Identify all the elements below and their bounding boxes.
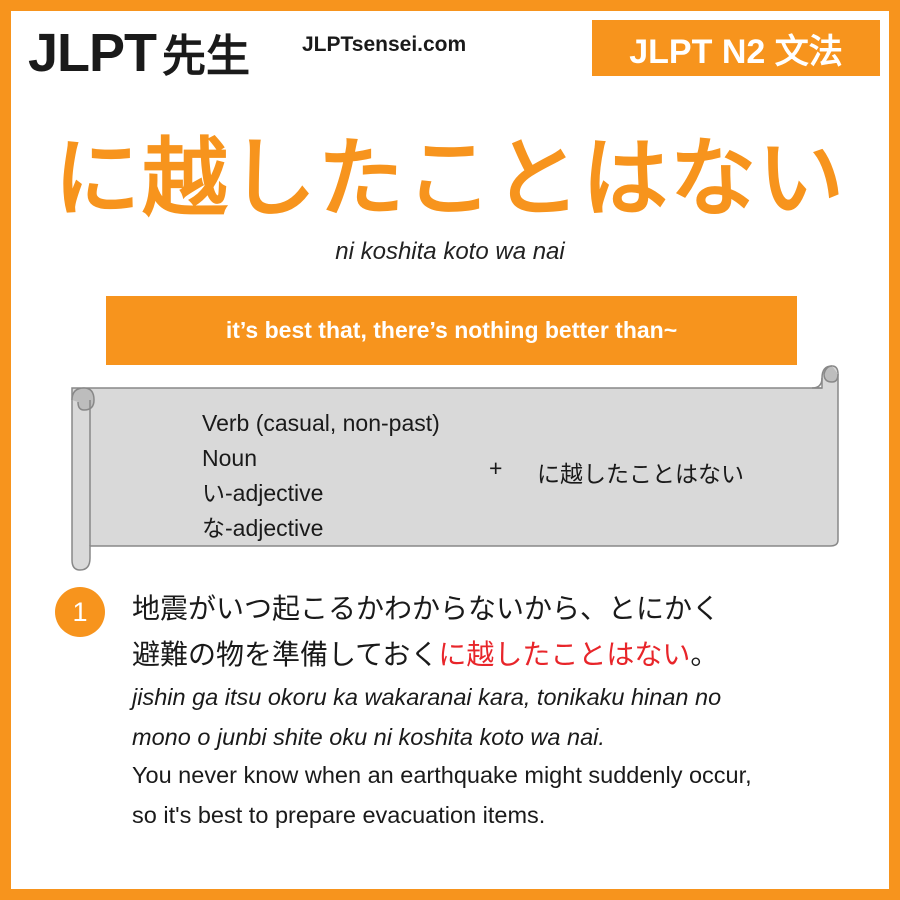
example-romaji-line: mono o junbi shite oku ni koshita koto w…: [132, 724, 605, 750]
example-grammar-highlight: に越したことはない: [438, 638, 691, 671]
grammar-romaji: ni koshita koto wa nai: [335, 238, 565, 265]
logo-text: JLPT: [28, 23, 157, 83]
form-item: Noun: [202, 445, 257, 471]
grammar-title: に越したことはない: [54, 129, 846, 229]
logo-kanji: 先生: [162, 31, 251, 82]
formation-pattern: に越したことはない: [537, 462, 744, 488]
grammar-meaning: it’s best that, there’s nothing better t…: [106, 296, 797, 365]
example-romaji-line: jishin ga itsu okoru ka wakaranai kara, …: [132, 684, 722, 710]
formation-list: Verb (casual, non-past) Noun い-adjective…: [202, 406, 440, 546]
example-jp-text: 避難の物を準備しておく: [132, 638, 439, 671]
form-item: な-adjective: [202, 515, 324, 541]
form-item: Verb (casual, non-past): [202, 410, 440, 436]
site-url[interactable]: JLPTsensei.com: [302, 33, 466, 57]
example-jp-punct: 。: [690, 638, 719, 671]
example-english-line: You never know when an earthquake might …: [132, 762, 752, 788]
example-english: You never know when an earthquake might …: [132, 755, 752, 835]
example-english-line: so it's best to prepare evacuation items…: [132, 802, 546, 828]
example-romaji: jishin ga itsu okoru ka wakaranai kara, …: [132, 677, 721, 757]
example-jp-line: 避難の物を準備しておくに越したことはない。: [132, 632, 720, 678]
level-badge: JLPT N2 文法: [592, 20, 880, 76]
example-jp-line: 地震がいつ起こるかわからないから、とにかく: [132, 592, 721, 625]
form-item: い-adjective: [202, 480, 324, 506]
plus-sign: +: [489, 455, 503, 481]
logo: JLPT 先生: [28, 20, 250, 84]
example-japanese: 地震がいつ起こるかわからないから、とにかく 避難の物を準備しておくに越したことは…: [132, 586, 720, 678]
example-number-badge: 1: [55, 587, 105, 637]
